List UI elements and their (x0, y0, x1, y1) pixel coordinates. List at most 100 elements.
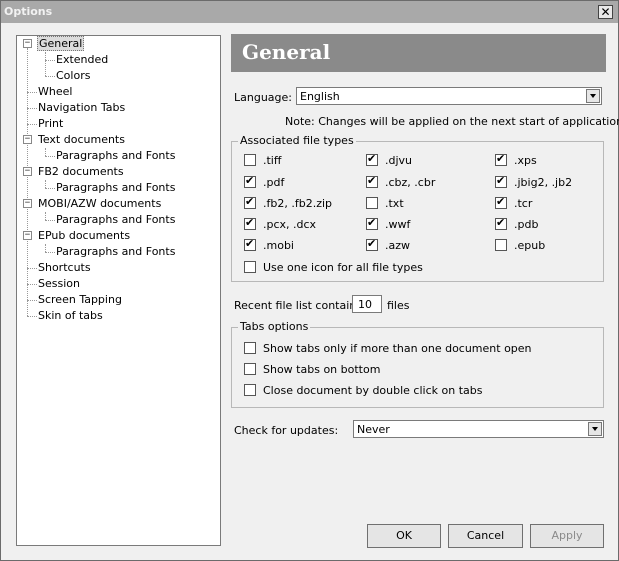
tree-connector (45, 60, 55, 61)
tree-item-mobi-azw-documents[interactable]: MOBI/AZW documents (38, 196, 161, 212)
chevron-down-icon[interactable] (586, 89, 600, 103)
title-bar[interactable]: Options ✕ (1, 1, 618, 23)
tree-item-text-documents[interactable]: Text documents (38, 132, 125, 148)
checkbox-box[interactable] (244, 342, 256, 354)
tree-item-navigation-tabs[interactable]: Navigation Tabs (38, 100, 125, 116)
tree-item-label: Skin of tabs (38, 309, 103, 322)
checkbox-label: .tiff (263, 154, 282, 167)
tree-item-fb2-documents[interactable]: FB2 documents (38, 164, 124, 180)
tree-connector (45, 148, 46, 156)
checkbox-label: Use one icon for all file types (263, 261, 423, 274)
tree-item-general[interactable]: General (37, 36, 85, 52)
tree-item-label: Screen Tapping (38, 293, 122, 306)
tree-item-colors[interactable]: Colors (56, 68, 90, 84)
tree-item-fb2-paragraphs-fonts[interactable]: Paragraphs and Fonts (56, 180, 175, 196)
tree-item-wheel[interactable]: Wheel (38, 84, 72, 100)
tree-connector (45, 76, 55, 77)
tree-item-screen-tapping[interactable]: Screen Tapping (38, 292, 122, 308)
checkbox-box[interactable] (366, 197, 378, 209)
checkbox-label: .jbig2, .jb2 (514, 176, 573, 189)
tree-item-label: EPub documents (38, 229, 131, 242)
checkbox-label: .pcx, .dcx (263, 218, 317, 231)
tree-item-label: FB2 documents (38, 165, 124, 178)
tree-connector (27, 300, 37, 301)
window-title: Options (4, 5, 53, 18)
checkbox-label: .tcr (514, 197, 533, 210)
tree-connector (27, 268, 37, 269)
tree-item-label: Session (38, 277, 80, 290)
updates-select[interactable]: Never (353, 420, 604, 438)
checkbox-box[interactable] (495, 174, 507, 188)
ok-button[interactable]: OK (367, 524, 441, 548)
tree-item-shortcuts[interactable]: Shortcuts (38, 260, 91, 276)
tree-connector (27, 108, 37, 109)
checkbox-box[interactable] (244, 216, 256, 230)
collapse-icon[interactable]: − (23, 39, 32, 48)
checkbox-box[interactable] (495, 195, 507, 209)
apply-button[interactable]: Apply (530, 524, 604, 548)
checkbox-label: .cbz, .cbr (385, 176, 436, 189)
checkbox-box[interactable] (244, 237, 256, 251)
checkbox-label: .azw (385, 239, 411, 252)
group-title: Tabs options (238, 320, 311, 333)
tree-connector (45, 156, 55, 157)
checkbox-box[interactable] (366, 174, 378, 188)
chevron-down-icon[interactable] (588, 422, 602, 436)
updates-value: Never (357, 423, 390, 436)
checkbox-label: Close document by double click on tabs (263, 384, 483, 397)
tree-connector (27, 92, 37, 93)
tree-item-label: Print (38, 117, 64, 130)
updates-label: Check for updates: (234, 424, 339, 437)
checkbox-box[interactable] (366, 216, 378, 230)
recent-files-label: Recent file list contains: (234, 299, 366, 312)
close-button[interactable]: ✕ (598, 5, 613, 19)
tree-item-skin-of-tabs[interactable]: Skin of tabs (38, 308, 103, 324)
checkbox-box[interactable] (244, 261, 256, 273)
tree-item-session[interactable]: Session (38, 276, 80, 292)
checkbox-box[interactable] (495, 216, 507, 230)
checkbox-label: Show tabs on bottom (263, 363, 381, 376)
cancel-button[interactable]: Cancel (448, 524, 523, 548)
checkbox-box[interactable] (244, 154, 256, 166)
checkbox-label: Show tabs only if more than one document… (263, 342, 532, 355)
language-label: Language: (234, 91, 292, 104)
checkbox-box[interactable] (244, 363, 256, 375)
tree-item-label: Paragraphs and Fonts (56, 149, 176, 162)
checkbox-box[interactable] (244, 384, 256, 396)
tree-item-label: Navigation Tabs (38, 101, 126, 114)
tree-item-mobi-paragraphs-fonts[interactable]: Paragraphs and Fonts (56, 212, 175, 228)
recent-files-suffix: files (387, 299, 410, 312)
tree-item-print[interactable]: Print (38, 116, 63, 132)
checkbox-box[interactable] (244, 195, 256, 209)
options-tree[interactable]: − − − − − General Extended Colors Wheel … (16, 35, 221, 546)
page-title: General (242, 40, 331, 64)
language-note: Note: Changes will be applied on the nex… (285, 115, 619, 128)
options-dialog: Options ✕ − − − − − General Extended Col… (0, 0, 619, 561)
collapse-icon[interactable]: − (23, 199, 32, 208)
tree-connector (27, 316, 37, 317)
tree-item-text-paragraphs-fonts[interactable]: Paragraphs and Fonts (56, 148, 175, 164)
checkbox-box[interactable] (366, 237, 378, 251)
collapse-icon[interactable]: − (23, 135, 32, 144)
tree-connector (45, 220, 55, 221)
checkbox-box[interactable] (495, 152, 507, 166)
checkbox-box[interactable] (244, 174, 256, 188)
collapse-icon[interactable]: − (23, 231, 32, 240)
tree-item-epub-documents[interactable]: EPub documents (38, 228, 130, 244)
close-icon: ✕ (600, 5, 611, 19)
collapse-icon[interactable]: − (23, 167, 32, 176)
tree-item-label: Colors (56, 69, 91, 82)
tree-connector (45, 180, 46, 188)
checkbox-label: .wwf (385, 218, 411, 231)
tree-item-epub-paragraphs-fonts[interactable]: Paragraphs and Fonts (56, 244, 175, 260)
tree-item-label: MOBI/AZW documents (38, 197, 162, 210)
tree-item-label: Wheel (38, 85, 73, 98)
tree-item-label: Paragraphs and Fonts (56, 213, 176, 226)
checkbox-label: .epub (514, 239, 546, 252)
checkbox-box[interactable] (366, 152, 378, 166)
language-select[interactable]: English (296, 87, 602, 105)
tree-item-label: Paragraphs and Fonts (56, 181, 176, 194)
recent-files-input[interactable]: 10 (352, 295, 382, 313)
tree-item-extended[interactable]: Extended (56, 52, 108, 68)
checkbox-box[interactable] (495, 239, 507, 251)
